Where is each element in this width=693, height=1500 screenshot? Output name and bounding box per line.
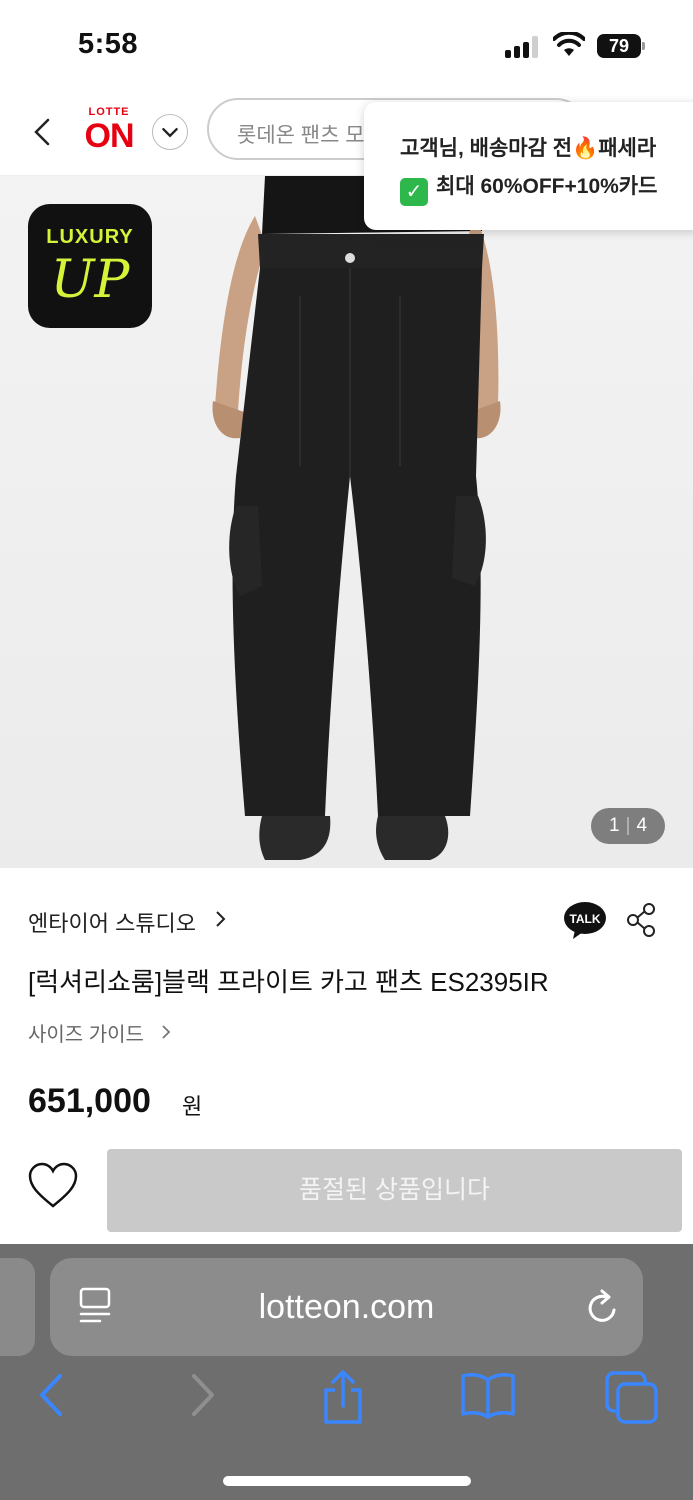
browser-back-icon[interactable] <box>34 1370 70 1420</box>
talk-chat-icon[interactable]: TALK <box>563 900 607 940</box>
checkmark-icon: ✓ <box>400 178 428 206</box>
home-indicator[interactable] <box>223 1476 471 1486</box>
chevron-down-icon[interactable] <box>152 114 188 150</box>
share-icon[interactable] <box>625 902 657 938</box>
chevron-right-icon[interactable] <box>214 908 228 930</box>
talk-label: TALK <box>569 912 600 926</box>
luxury-up-badge: LUXURY UP <box>28 204 152 328</box>
promo-line-2-row: ✓ 최대 60%OFF+10%카드 <box>400 170 657 206</box>
size-guide-link[interactable]: 사이즈 가이드 <box>28 1018 144 1047</box>
price-unit: 원 <box>182 1094 203 1119</box>
url-text: lotteon.com <box>258 1288 435 1326</box>
promo-line-1: 고객님, 배송마감 전🔥패세라 <box>400 137 657 160</box>
badge-line-1: LUXURY <box>46 226 134 248</box>
browser-forward-icon[interactable] <box>184 1370 220 1420</box>
promo-tooltip[interactable]: 고객님, 배송마감 전🔥패세라 ✓ 최대 60%OFF+10%카드 <box>364 102 693 230</box>
lotteon-logo[interactable]: LOTTE ON <box>80 106 138 158</box>
badge-line-2: UP <box>50 250 130 310</box>
bookmarks-icon[interactable] <box>460 1370 516 1420</box>
battery-level: 79 <box>597 34 641 58</box>
image-counter: 1 | 4 <box>591 808 665 844</box>
product-title: [럭셔리쇼룸]블랙 프라이트 카고 팬츠 ES2395IR <box>28 967 549 997</box>
status-time: 5:58 <box>78 28 139 60</box>
wishlist-heart-icon[interactable] <box>28 1162 78 1210</box>
back-chevron-icon[interactable] <box>28 112 58 152</box>
cellular-signal-icon <box>505 36 541 58</box>
previous-tab[interactable] <box>0 1258 35 1356</box>
address-bar[interactable]: lotteon.com <box>50 1258 643 1356</box>
logo-on-text: ON <box>84 117 135 155</box>
search-placeholder: 롯데온 팬츠 모 <box>237 124 365 147</box>
chevron-right-icon[interactable] <box>160 1022 172 1042</box>
safari-toolbar: lotteon.com <box>0 1244 693 1500</box>
share-sheet-icon[interactable] <box>318 1370 368 1426</box>
browser-nav-row <box>0 1370 693 1430</box>
product-image-carousel[interactable]: LUXURY UP 1 | 4 <box>0 176 693 868</box>
counter-total: 4 <box>636 815 648 836</box>
promo-line-2: 최대 60%OFF+10%카드 <box>436 175 658 198</box>
counter-current: 1 <box>608 815 620 836</box>
brand-link[interactable]: 엔타이어 스튜디오 <box>28 906 196 938</box>
product-price: 651,000 <box>28 1082 151 1120</box>
reload-icon[interactable] <box>584 1288 622 1328</box>
tabs-icon[interactable] <box>604 1370 660 1426</box>
status-bar: 5:58 79 <box>0 0 693 92</box>
wifi-icon <box>553 32 585 56</box>
soldout-button[interactable]: 품절된 상품입니다 <box>107 1149 682 1232</box>
battery-icon: 79 <box>597 34 647 58</box>
